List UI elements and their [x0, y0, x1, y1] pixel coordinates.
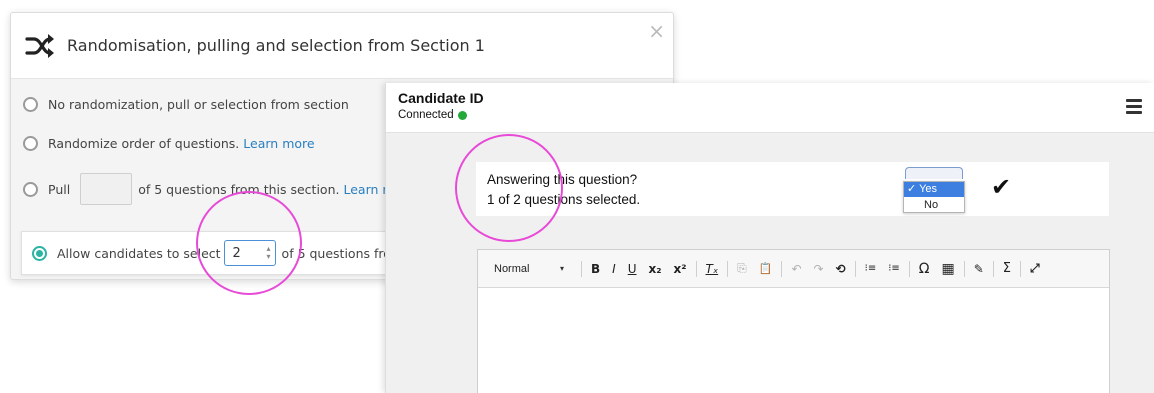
rich-text-editor[interactable]: Normal ▾ B I U x₂ x² Tₓ ⎘ 📋 ↶ ↷ ⟲ ⁝≡ ⁝≡ … — [477, 249, 1110, 393]
copy-icon[interactable]: ⎘ — [737, 261, 747, 276]
hamburger-menu-icon[interactable] — [1126, 99, 1142, 114]
question-selection-box: Answering this question? 1 of 2 question… — [476, 162, 1109, 216]
learn-more-link[interactable]: Learn more — [243, 136, 314, 151]
question-prompt: Answering this question? — [487, 172, 638, 187]
checkmark-icon: ✔ — [991, 173, 1012, 201]
option-suffix: of 5 questions from this section. — [138, 181, 340, 197]
special-character-icon[interactable]: Ω — [919, 261, 930, 277]
select-top — [905, 167, 963, 179]
option-label: No randomization, pull or selection from… — [48, 96, 349, 112]
underline-icon[interactable]: U — [628, 262, 637, 276]
option-label: Pull — [48, 181, 71, 197]
maximize-icon[interactable]: ⤢ — [1030, 261, 1040, 276]
radio-allow-select[interactable] — [32, 245, 47, 261]
editor-toolbar: Normal ▾ B I U x₂ x² Tₓ ⎘ 📋 ↶ ↷ ⟲ ⁝≡ ⁝≡ … — [478, 250, 1109, 288]
dialog-header: Randomisation, pulling and selection fro… — [11, 13, 673, 79]
subscript-icon[interactable]: x₂ — [649, 262, 662, 276]
option-randomize-order[interactable]: Randomize order of questions. Learn more — [23, 126, 315, 160]
numbered-list-icon[interactable]: ⁝≡ — [865, 263, 877, 274]
italic-icon[interactable]: I — [612, 262, 616, 276]
status-text: Connected — [398, 109, 454, 121]
selection-count: 1 of 2 questions selected. — [487, 192, 641, 207]
select-count-value: 2 — [232, 245, 241, 261]
dialog-title: Randomisation, pulling and selection fro… — [67, 36, 485, 55]
pencil-icon[interactable]: ✎ — [974, 262, 984, 276]
redo-icon[interactable]: ↷ — [814, 262, 824, 276]
select-option-no[interactable]: No — [904, 197, 964, 212]
bold-icon[interactable]: B — [591, 262, 600, 276]
pull-count-input[interactable] — [80, 173, 133, 205]
format-dropdown[interactable]: Normal ▾ — [494, 263, 564, 275]
sigma-icon[interactable]: Σ — [1003, 261, 1011, 276]
table-icon[interactable]: ▦ — [941, 261, 954, 277]
answer-select[interactable]: ✓ Yes No — [903, 167, 965, 213]
history-icon[interactable]: ⟲ — [836, 262, 846, 276]
shuffle-icon — [25, 33, 54, 58]
undo-icon[interactable]: ↶ — [791, 262, 801, 276]
format-label: Normal — [494, 262, 530, 275]
close-icon[interactable]: × — [648, 21, 665, 41]
select-count-input[interactable]: 2 ▴ ▾ — [223, 240, 276, 266]
radio-pull[interactable] — [23, 181, 38, 197]
option-allow-select[interactable]: Allow candidates to select 2 ▴ ▾ of 5 que… — [32, 236, 403, 270]
radio-no-randomization[interactable] — [23, 96, 38, 112]
remove-format-icon[interactable]: Tₓ — [706, 262, 719, 276]
select-dropdown[interactable]: ✓ Yes No — [903, 181, 965, 213]
candidate-panel: Candidate ID Connected Answering this qu… — [385, 83, 1154, 393]
stepper-icon[interactable]: ▴ ▾ — [267, 245, 275, 261]
option-label: Randomize order of questions. — [48, 135, 240, 151]
candidate-title: Candidate ID — [398, 90, 484, 106]
status-dot-icon — [457, 110, 467, 120]
chevron-down-icon: ▾ — [559, 264, 564, 273]
option-pull[interactable]: Pull of 5 questions from this section. L… — [23, 172, 402, 206]
bulleted-list-icon[interactable]: ⁝≡ — [888, 263, 900, 274]
panel-header: Candidate ID Connected — [386, 83, 1154, 133]
option-no-randomization[interactable]: No randomization, pull or selection from… — [23, 87, 349, 121]
paste-icon[interactable]: 📋 — [759, 262, 773, 275]
select-option-yes[interactable]: ✓ Yes — [904, 182, 964, 197]
option-label: Allow candidates to select — [57, 245, 221, 261]
radio-randomize-order[interactable] — [23, 135, 38, 151]
connection-status: Connected — [398, 109, 467, 121]
superscript-icon[interactable]: x² — [674, 262, 687, 276]
